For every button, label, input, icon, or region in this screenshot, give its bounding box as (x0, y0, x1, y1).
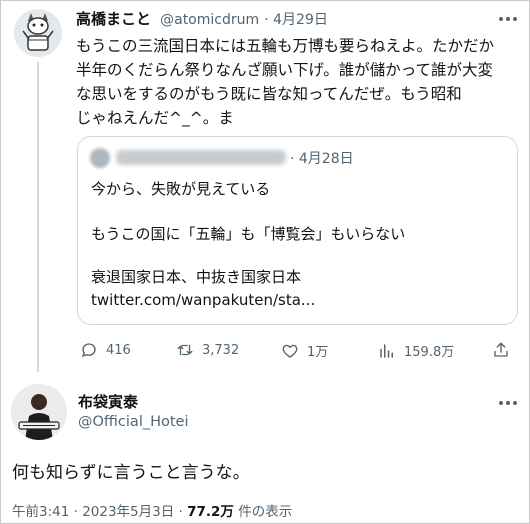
reply-action[interactable]: 416 (80, 341, 131, 359)
reply-author-handle[interactable]: @Official_Hotei (78, 414, 189, 430)
thread-line (37, 62, 39, 372)
quoted-author-blurred (116, 150, 286, 165)
quoted-date: · 4月28日 (290, 151, 354, 167)
dot-separator: · (264, 12, 274, 28)
tweet-header: 高橋まこと @atomicdrum · 4月29日 (76, 8, 328, 29)
views-action[interactable]: 159.8万 (378, 341, 454, 360)
like-action[interactable]: 1万 (281, 341, 328, 360)
quoted-tweet[interactable]: · 4月28日 今から、失敗が見えている もうこの国に「五輪」も「博覧会」もいら… (77, 136, 518, 325)
tweet-text-line: 半年のくだらん祭りなんざ願い下げ。誰が儲かって誰が大変 (76, 61, 493, 79)
reply-author-name[interactable]: 布袋寅泰 (78, 391, 138, 412)
avatar-hotei[interactable] (11, 384, 67, 440)
quoted-avatar-blurred (90, 148, 110, 168)
share-icon[interactable] (492, 341, 510, 359)
tweet-text-line: もうこの三流国日本には五輪も万博も要らねえよ。たかだか (76, 37, 495, 55)
reply-timestamp[interactable]: 午前3:41 · 2023年5月3日 · (12, 504, 187, 520)
heart-icon (282, 344, 298, 358)
reply-views-label: 件の表示 (233, 504, 293, 520)
retweet-count: 3,732 (202, 342, 240, 358)
analytics-icon (380, 343, 393, 358)
author-handle[interactable]: @atomicdrum (160, 12, 259, 28)
quoted-line: もうこの国に「五輪」も「博覧会」もいらない (91, 225, 406, 243)
quoted-line: 今から、失敗が見えている (91, 180, 271, 198)
retweet-icon (177, 344, 193, 356)
guitarist-photo-icon (11, 384, 67, 440)
cat-drummer-icon (14, 9, 62, 57)
reply-footer: 午前3:41 · 2023年5月3日 · 77.2万 件の表示 (12, 500, 292, 520)
reply-more-options-icon[interactable] (496, 394, 520, 412)
author-name[interactable]: 高橋まこと (76, 10, 151, 28)
reply-icon (81, 343, 96, 358)
reply-text: 何も知らずに言うこと言うな。 (12, 463, 250, 483)
reply-count: 416 (106, 342, 131, 358)
retweet-action[interactable]: 3,732 (176, 341, 239, 359)
tweet-text: もうこの三流国日本には五輪も万博も要らねえよ。たかだか 半年のくだらん祭りなんざ… (76, 34, 522, 130)
like-count: 1万 (307, 345, 329, 360)
tweet-date[interactable]: 4月29日 (273, 12, 328, 28)
quoted-line: 衰退国家日本、中抜き国家日本 (91, 268, 302, 286)
more-options-icon[interactable] (496, 10, 520, 28)
tweet-text-line: じゃねえんだ^_^。ま (76, 109, 234, 127)
tweet-text-line: な思いをするのがもう既に皆な知ってんだぜ。もう昭和 (76, 85, 462, 103)
views-count: 159.8万 (404, 345, 455, 360)
reply-views-count: 77.2万 (187, 504, 234, 520)
quoted-link[interactable]: twitter.com/wanpakuten/sta... (91, 291, 315, 309)
avatar-atomicdrum[interactable] (14, 9, 62, 57)
